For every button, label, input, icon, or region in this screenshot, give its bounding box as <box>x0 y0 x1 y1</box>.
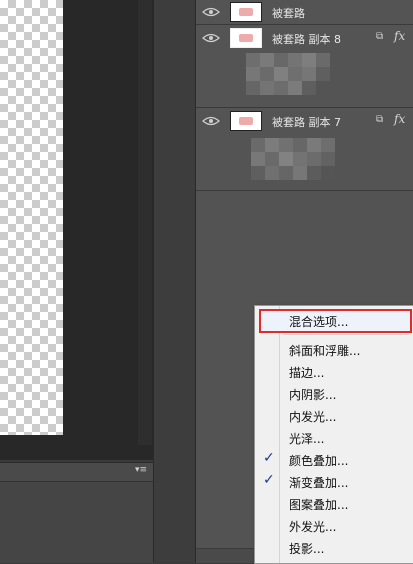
menu-separator <box>283 334 409 335</box>
menu-item-outer-glow[interactable]: 外发光... <box>255 514 413 536</box>
menu-item-blending-options[interactable]: 混合选项... <box>255 309 413 333</box>
layer-row[interactable]: 被套路 <box>196 0 413 25</box>
menu-item-label: 斜面和浮雕... <box>289 344 361 358</box>
link-icon[interactable]: ⧉ <box>376 31 383 42</box>
layer-name: 被套路 <box>272 7 305 20</box>
menu-item-bevel-emboss[interactable]: 斜面和浮雕... <box>255 338 413 360</box>
menu-item-inner-glow[interactable]: 内发光... <box>255 404 413 426</box>
menu-item-label: 光泽... <box>289 432 325 446</box>
checkmark-icon: ✓ <box>263 472 275 488</box>
panel-menu-button[interactable]: ▾≡ <box>135 465 147 475</box>
menu-item-drop-shadow[interactable]: 投影... <box>255 536 413 558</box>
pixelated-preview <box>246 53 330 95</box>
fx-icon[interactable]: fx <box>394 29 405 43</box>
menu-item-label: 投影... <box>289 542 325 556</box>
eye-icon[interactable] <box>202 7 220 17</box>
menu-item-label: 颜色叠加... <box>289 454 349 468</box>
eye-icon[interactable] <box>202 116 220 126</box>
pixelated-preview <box>251 138 335 180</box>
layer-name: 被套路 副本 8 <box>272 33 341 46</box>
lower-panel <box>0 481 153 563</box>
document-canvas-area[interactable] <box>0 0 155 460</box>
menu-item-inner-shadow[interactable]: 内阴影... <box>255 382 413 404</box>
menu-item-label: 外发光... <box>289 520 337 534</box>
menu-item-pattern-overlay[interactable]: 图案叠加... <box>255 492 413 514</box>
vertical-scrollbar[interactable] <box>138 0 152 445</box>
menu-item-label: 渐变叠加... <box>289 476 349 490</box>
menu-item-label: 图案叠加... <box>289 498 349 512</box>
layer-name: 被套路 副本 7 <box>272 116 341 129</box>
menu-item-color-overlay[interactable]: ✓ 颜色叠加... <box>255 448 413 470</box>
layer-style-context-menu: 混合选项... 斜面和浮雕... 描边... 内阴影... 内发光... 光泽.… <box>254 305 413 564</box>
menu-item-label: 内发光... <box>289 410 337 424</box>
layer-thumbnail <box>230 111 262 131</box>
menu-item-label: 内阴影... <box>289 388 337 402</box>
menu-item-label: 描边... <box>289 366 325 380</box>
eye-icon[interactable] <box>202 33 220 43</box>
layer-row-selected[interactable]: 被套路 副本 8 ⧉ fx <box>196 25 413 108</box>
menu-item-satin[interactable]: 光泽... <box>255 426 413 448</box>
transparent-canvas[interactable] <box>0 0 63 435</box>
menu-item-label: 混合选项... <box>289 315 349 329</box>
checkmark-icon: ✓ <box>263 450 275 466</box>
panel-dock-column <box>153 0 195 562</box>
menu-item-stroke[interactable]: 描边... <box>255 360 413 382</box>
layer-thumbnail <box>230 28 262 48</box>
layer-row[interactable]: 被套路 副本 7 ⧉ fx <box>196 108 413 191</box>
panel-header-bar <box>0 462 153 481</box>
link-icon[interactable]: ⧉ <box>376 114 383 125</box>
menu-item-gradient-overlay[interactable]: ✓ 渐变叠加... <box>255 470 413 492</box>
layer-thumbnail <box>230 2 262 22</box>
fx-icon[interactable]: fx <box>394 112 405 126</box>
